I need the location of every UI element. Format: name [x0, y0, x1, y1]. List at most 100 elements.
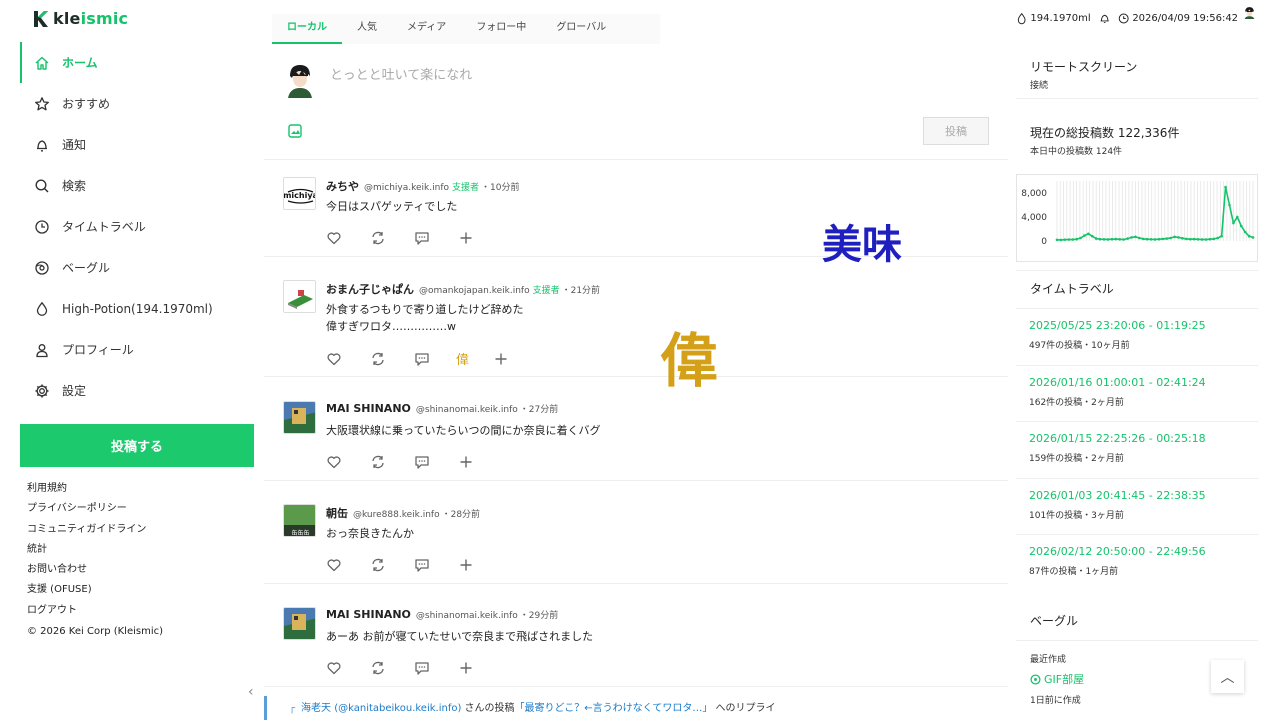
post-author[interactable]: 朝缶: [326, 505, 348, 521]
floating-reaction-text: 美味: [822, 222, 902, 268]
bell-icon[interactable]: [1099, 12, 1110, 25]
post-author[interactable]: みちや: [326, 178, 359, 194]
repost-button[interactable]: [370, 350, 414, 368]
reaction-chip[interactable]: 偉: [456, 349, 469, 368]
post-handle[interactable]: @omankojapan.keik.info: [419, 286, 530, 296]
like-button[interactable]: [326, 229, 370, 247]
footer-link[interactable]: 利用規約: [27, 482, 146, 502]
post-handle[interactable]: @shinanomai.keik.info: [416, 611, 518, 621]
timetravel-item[interactable]: 2025/05/25 23:20:06 - 01:19:25 497件の投稿・10…: [1029, 319, 1206, 351]
repost-button[interactable]: [370, 556, 414, 574]
reply-button[interactable]: [414, 229, 458, 247]
post[interactable]: MAI SHINANO @shinanomai.keik.info ・29分前 あーあ…: [264, 602, 1008, 687]
plus-icon: [460, 456, 472, 468]
nav-item[interactable]: ホーム: [20, 42, 254, 83]
nav-item[interactable]: 設定: [20, 370, 254, 411]
nav-item[interactable]: プロフィール: [20, 329, 254, 370]
timeline-tab[interactable]: フォロー中: [461, 14, 541, 44]
post-time[interactable]: ・28分前: [442, 507, 480, 520]
nav-item[interactable]: High-Potion(194.1970ml): [20, 288, 254, 329]
repost-button[interactable]: [370, 229, 414, 247]
post[interactable]: 缶缶缶 朝缶 @kure888.keik.info ・28分前 おっ奈良きたんか: [264, 499, 1008, 584]
post-avatar[interactable]: 缶缶缶: [283, 504, 316, 537]
post-handle[interactable]: @shinanomai.keik.info: [416, 405, 518, 415]
timetravel-item[interactable]: 2026/01/15 22:25:26 - 00:25:18 159件の投稿・2ヶ…: [1029, 432, 1206, 464]
post-avatar[interactable]: [283, 280, 316, 313]
my-avatar[interactable]: [284, 62, 316, 98]
footer-link[interactable]: 支援 (OFUSE): [27, 583, 146, 603]
nav-item[interactable]: おすすめ: [20, 83, 254, 124]
reply-button[interactable]: [414, 556, 458, 574]
footer-link[interactable]: 統計: [27, 543, 146, 563]
add-reaction-button[interactable]: [458, 229, 502, 247]
post[interactable]: MAI SHINANO @shinanomai.keik.info ・27分前 大阪環…: [264, 396, 1008, 481]
timetravel-range[interactable]: 2026/01/16 01:00:01 - 02:41:24: [1029, 376, 1206, 389]
compose-post-button[interactable]: 投稿する: [20, 424, 254, 467]
post[interactable]: おまん子じゃぱん @omankojapan.keik.info 支援者 ・21分前 外食…: [264, 275, 1008, 377]
nav-item[interactable]: ベーグル: [20, 247, 254, 288]
post-time[interactable]: ・10分前: [481, 180, 519, 193]
reply-button[interactable]: [414, 453, 458, 471]
collapse-sidebar-icon[interactable]: ‹: [248, 684, 254, 700]
add-reaction-button[interactable]: [458, 453, 502, 471]
post-handle[interactable]: @michiya.keik.info: [364, 183, 449, 193]
nav-item-label: 設定: [62, 384, 87, 398]
timeline-tab[interactable]: メディア: [392, 14, 461, 44]
remote-screen-card[interactable]: リモートスクリーン 接続: [1030, 58, 1272, 91]
footer-link[interactable]: プライバシーポリシー: [27, 502, 146, 522]
nav-item[interactable]: タイムトラベル: [20, 206, 254, 247]
nav-item[interactable]: 通知: [20, 124, 254, 165]
like-button[interactable]: [326, 659, 370, 677]
user-avatar[interactable]: [1243, 6, 1264, 30]
timetravel-range[interactable]: 2026/02/12 20:50:00 - 22:49:56: [1029, 545, 1206, 558]
post-author[interactable]: MAI SHINANO: [326, 608, 411, 621]
post-author[interactable]: MAI SHINANO: [326, 402, 411, 415]
like-button[interactable]: [326, 350, 370, 368]
timeline-tab[interactable]: 人気: [342, 14, 392, 44]
reply-button[interactable]: [414, 350, 458, 368]
logo[interactable]: kleismic: [33, 9, 128, 28]
timetravel-meta: 162件の投稿・2ヶ月前: [1029, 397, 1124, 408]
repost-button[interactable]: [370, 453, 414, 471]
timetravel-range[interactable]: 2025/05/25 23:20:06 - 01:19:25: [1029, 319, 1206, 332]
timetravel-item[interactable]: 2026/02/12 20:50:00 - 22:49:56 87件の投稿・1ヶ月…: [1029, 545, 1206, 577]
add-reaction-button[interactable]: [458, 556, 502, 574]
composer-input[interactable]: とっとと吐いて楽になれ: [330, 64, 472, 83]
attach-image-icon[interactable]: [288, 124, 302, 138]
composer-submit-button[interactable]: 投稿: [923, 117, 989, 145]
post-line: 偉すぎワロタ……………w: [326, 320, 456, 333]
post-avatar[interactable]: [283, 401, 316, 434]
bagel-room-name[interactable]: GIF部屋: [1044, 671, 1084, 687]
add-reaction-button[interactable]: [493, 350, 537, 368]
reply-quote[interactable]: 「最寄りどこ？←言うわけなくてワロタ…」: [515, 703, 713, 714]
scroll-to-top-button[interactable]: ︿: [1211, 660, 1244, 693]
reply-preview[interactable]: ┌ 海老天 (@kanitabeikou.keik.info) さんの投稿「最寄り…: [264, 696, 1008, 720]
timetravel-item[interactable]: 2026/01/03 20:41:45 - 22:38:35 101件の投稿・3ヶ…: [1029, 489, 1206, 521]
add-reaction-button[interactable]: [458, 659, 502, 677]
post-avatar[interactable]: [283, 607, 316, 640]
nav-item[interactable]: 検索: [20, 165, 254, 206]
post-author[interactable]: おまん子じゃぱん: [326, 281, 414, 297]
timetravel-range[interactable]: 2026/01/03 20:41:45 - 22:38:35: [1029, 489, 1206, 502]
bagel-room-meta: 1日前に作成: [1030, 696, 1081, 706]
post-avatar[interactable]: michiya: [283, 177, 316, 210]
stats-card: 現在の総投稿数 122,336件 本日中の投稿数 124件: [1030, 124, 1272, 157]
footer-link[interactable]: ログアウト: [27, 604, 146, 624]
timetravel-item[interactable]: 2026/01/16 01:00:01 - 02:41:24 162件の投稿・2ヶ…: [1029, 376, 1206, 408]
like-button[interactable]: [326, 556, 370, 574]
reply-button[interactable]: [414, 659, 458, 677]
like-button[interactable]: [326, 453, 370, 471]
post-time[interactable]: ・29分前: [520, 608, 558, 621]
footer-link[interactable]: コミュニティガイドライン: [27, 523, 146, 543]
post-time[interactable]: ・21分前: [562, 283, 600, 296]
data-point: [1153, 238, 1157, 241]
footer-link[interactable]: お問い合わせ: [27, 563, 146, 583]
timetravel-range[interactable]: 2026/01/15 22:25:26 - 00:25:18: [1029, 432, 1206, 445]
post-time[interactable]: ・27分前: [520, 402, 558, 415]
post-handle[interactable]: @kure888.keik.info: [353, 510, 440, 520]
timeline-tab[interactable]: グローバル: [541, 14, 621, 44]
timeline-tab[interactable]: ローカル: [272, 14, 342, 44]
clock-icon[interactable]: [1118, 12, 1129, 25]
repost-button[interactable]: [370, 659, 414, 677]
reply-user[interactable]: 海老天 (@kanitabeikou.keik.info): [301, 703, 461, 714]
